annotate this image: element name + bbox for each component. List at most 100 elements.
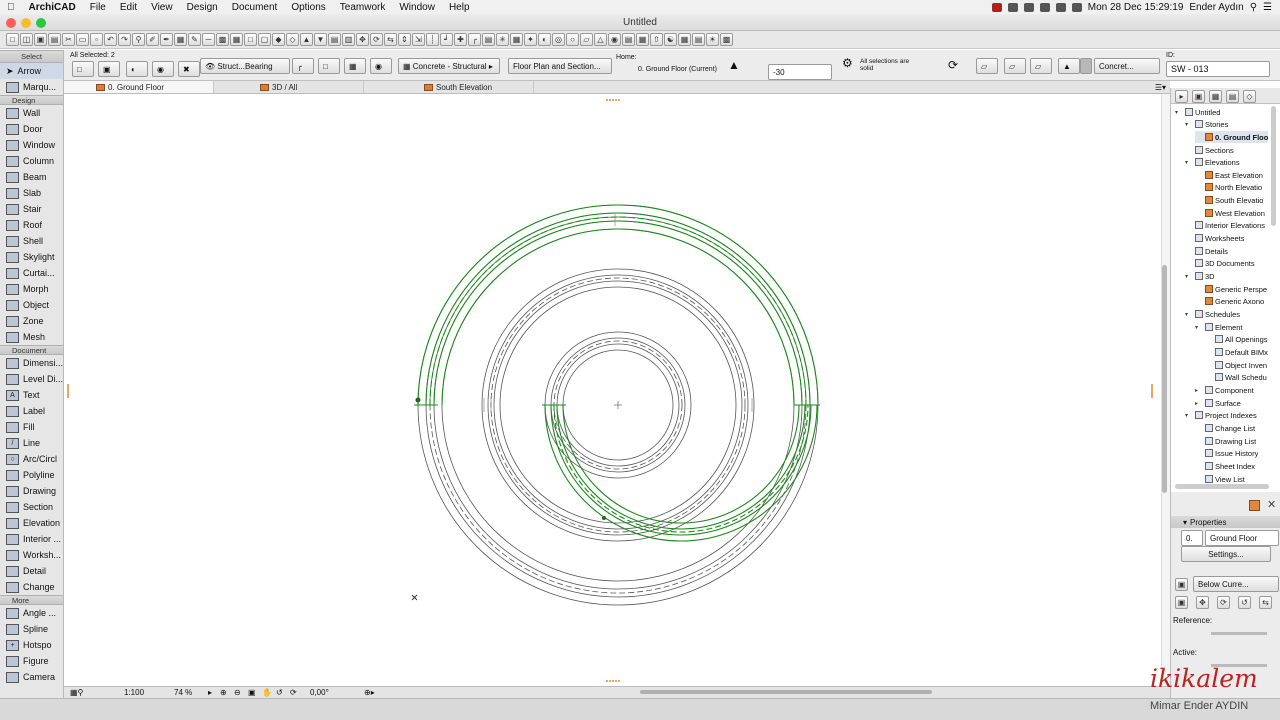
zoom-value[interactable]: 74 %: [174, 688, 192, 697]
pan-icon[interactable]: ✋: [262, 688, 272, 697]
view-options-icon[interactable]: ⊕▸: [364, 688, 375, 697]
intersect-icon[interactable]: ✚: [454, 33, 467, 46]
fill-type-icon[interactable]: ▩: [216, 33, 229, 46]
floor-plan-drawing[interactable]: [64, 94, 1161, 686]
apple-icon[interactable]: : [0, 2, 22, 13]
offset-icon[interactable]: ▤: [482, 33, 495, 46]
view-button-d[interactable]: ▲: [1058, 58, 1080, 74]
tree-object-inventory[interactable]: Object Inven: [1205, 359, 1267, 371]
tool-zone[interactable]: Zone: [0, 313, 63, 329]
id-field[interactable]: SW - 013: [1166, 61, 1270, 77]
tool-angle-dimension[interactable]: Angle ...: [0, 605, 63, 621]
horizontal-scroll-thumb[interactable]: [640, 690, 932, 694]
navigator-menu-icon[interactable]: ▸: [1175, 90, 1188, 103]
tree-drawing-list[interactable]: Drawing List: [1195, 435, 1256, 447]
tool-wall[interactable]: Wall: [0, 105, 63, 121]
wall-shape-button[interactable]: □: [318, 58, 340, 74]
trace-reset-icon[interactable]: ↺: [1238, 596, 1251, 609]
distribute-icon[interactable]: ▥: [342, 33, 355, 46]
tree-element[interactable]: ▾ Element: [1195, 321, 1243, 333]
tool-level-dimension[interactable]: Level Di...: [0, 371, 63, 387]
selection-node[interactable]: [602, 516, 606, 520]
story-name-field[interactable]: Ground Floor: [1205, 530, 1279, 546]
zoom-in-icon[interactable]: ⊕: [220, 688, 227, 697]
bring-front-icon[interactable]: ▲: [300, 33, 313, 46]
section-icon[interactable]: △: [594, 33, 607, 46]
view-button-a[interactable]: ▱: [976, 58, 998, 74]
tool-morph[interactable]: Morph: [0, 281, 63, 297]
print-icon[interactable]: ▤: [48, 33, 61, 46]
line-type-icon[interactable]: ─: [202, 33, 215, 46]
menu-design[interactable]: Design: [180, 2, 225, 13]
menu-app[interactable]: ArchiCAD: [22, 2, 83, 13]
tab-3d-all[interactable]: 3D / All: [214, 81, 364, 93]
reference-line-button[interactable]: ▣: [98, 61, 120, 77]
trace-reference-icon[interactable]: ▣: [1175, 578, 1188, 591]
building-material-dropdown[interactable]: ▦ Concrete - Structural ▸: [398, 58, 500, 74]
wall-surface-button[interactable]: ◉: [370, 58, 392, 74]
tree-ground-floor[interactable]: 0. Ground Floo: [1195, 131, 1269, 143]
tool-section[interactable]: Section: [0, 499, 63, 515]
tree-south-elevation[interactable]: South Elevatio: [1195, 194, 1263, 206]
eyedropper-icon[interactable]: ✐: [146, 33, 159, 46]
tool-detail[interactable]: Detail: [0, 563, 63, 579]
navigator-vscroll[interactable]: [1271, 106, 1276, 226]
tool-figure[interactable]: Figure: [0, 653, 63, 669]
record-icon[interactable]: [991, 2, 1002, 12]
wall-layer-button[interactable]: ▦: [344, 58, 366, 74]
tab-ground-floor[interactable]: 0. Ground Floor: [64, 81, 214, 93]
tool-line[interactable]: / Line: [0, 435, 63, 451]
tool-arrow[interactable]: ➤ Arrow: [0, 63, 63, 79]
tool-fill[interactable]: Fill: [0, 419, 63, 435]
tool-window[interactable]: Window: [0, 137, 63, 153]
tree-wall-schedule[interactable]: Wall Schedu: [1205, 371, 1267, 383]
vertical-scroll-thumb[interactable]: [1162, 265, 1167, 493]
find-icon[interactable]: ⚲: [132, 33, 145, 46]
zoom-menu-icon[interactable]: ▸: [208, 688, 212, 697]
trace-move-icon[interactable]: ✥: [1196, 596, 1209, 609]
floor-plan-display-button[interactable]: ◐: [126, 61, 148, 77]
tree-stories[interactable]: ▾ Stories: [1185, 118, 1228, 130]
tree-component[interactable]: ▸ Component: [1195, 384, 1254, 396]
layout-book-icon[interactable]: ▤: [1226, 90, 1239, 103]
tree-schedules[interactable]: ▾ Schedules: [1185, 308, 1240, 320]
tool-skylight[interactable]: Skylight: [0, 249, 63, 265]
teamwork-icon[interactable]: ☯: [664, 33, 677, 46]
redo-icon[interactable]: ↷: [118, 33, 131, 46]
geometry-method-button[interactable]: □: [72, 61, 94, 77]
rotate-icon[interactable]: ⟳: [370, 33, 383, 46]
tool-column[interactable]: Column: [0, 153, 63, 169]
menu-view[interactable]: View: [144, 2, 180, 13]
tab-south-elevation[interactable]: South Elevation: [364, 81, 534, 93]
undo-icon[interactable]: ↶: [104, 33, 117, 46]
drag-icon[interactable]: ✥: [356, 33, 369, 46]
view-3d-icon[interactable]: ▱: [580, 33, 593, 46]
trace-switch-icon[interactable]: ⇆: [1259, 596, 1272, 609]
offset-input[interactable]: -30: [768, 64, 832, 80]
split-icon[interactable]: ┊: [426, 33, 439, 46]
tool-beam[interactable]: Beam: [0, 169, 63, 185]
trace-toggle-icon[interactable]: ▣: [1175, 596, 1188, 609]
tree-3d-documents[interactable]: 3D Documents: [1185, 257, 1255, 269]
tool-stair[interactable]: Stair: [0, 201, 63, 217]
tool-object[interactable]: Object: [0, 297, 63, 313]
view-button-c[interactable]: ▱: [1030, 58, 1052, 74]
cut-icon[interactable]: ✂: [62, 33, 75, 46]
rotate-view-icon[interactable]: ⟳: [290, 688, 297, 697]
menu-window[interactable]: Window: [392, 2, 442, 13]
view-button-b[interactable]: ▱: [1004, 58, 1026, 74]
group-icon[interactable]: □: [244, 33, 257, 46]
selection-node[interactable]: [415, 397, 421, 403]
story-number-field[interactable]: 0.: [1181, 530, 1203, 546]
tool-arc-circle[interactable]: ○ Arc/Circl: [0, 451, 63, 467]
tool-spline[interactable]: Spline: [0, 621, 63, 637]
explode-button[interactable]: ✖: [178, 61, 200, 77]
project-map-icon[interactable]: ▣: [1192, 90, 1205, 103]
camera-icon[interactable]: [1007, 2, 1018, 12]
tool-change[interactable]: Change: [0, 579, 63, 595]
menu-document[interactable]: Document: [225, 2, 285, 13]
tool-elevation[interactable]: Elevation: [0, 515, 63, 531]
send-back-icon[interactable]: ▼: [314, 33, 327, 46]
adjust-icon[interactable]: ┙: [440, 33, 453, 46]
tool-slab[interactable]: Slab: [0, 185, 63, 201]
